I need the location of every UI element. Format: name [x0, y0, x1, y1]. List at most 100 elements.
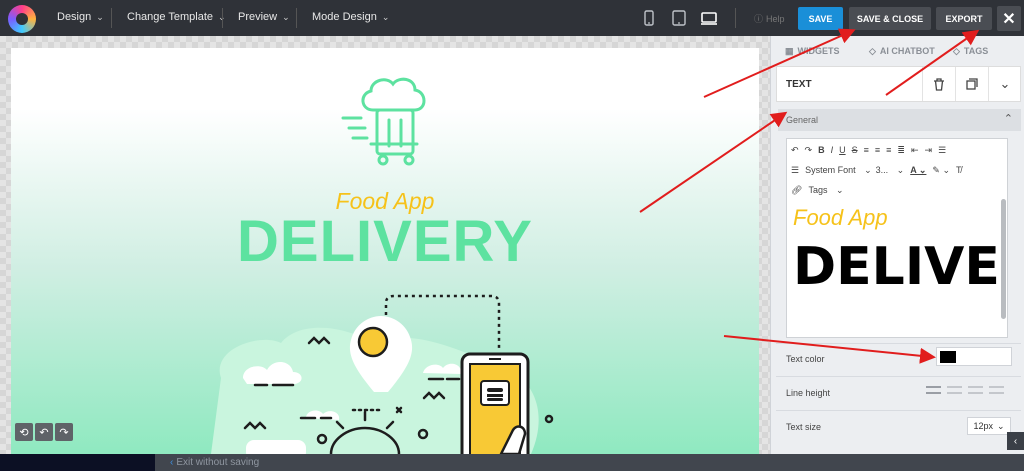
text-color-row: Text color: [776, 342, 1021, 376]
editor-toolbar-row-3: 🔗︎ Tags ⌄: [791, 181, 850, 199]
font-size-value: 3...: [875, 164, 889, 175]
clear-format-icon[interactable]: T̸: [956, 165, 962, 175]
desktop-view-icon[interactable]: [700, 9, 718, 27]
tab-widgets[interactable]: ▦ WIDGETS: [771, 36, 855, 66]
tag-icon: ◇: [953, 45, 960, 56]
mobile-view-icon[interactable]: [640, 9, 658, 27]
tablet-view-icon[interactable]: [670, 9, 688, 27]
chevron-down-icon: ⌄: [996, 420, 1005, 431]
highlight-icon[interactable]: ✎ ⌄: [932, 165, 950, 176]
link-icon[interactable]: 🔗︎: [791, 185, 802, 196]
text-size-label: Text size: [786, 422, 822, 432]
font-family-value: System Font: [805, 164, 856, 175]
text-block-title: TEXT: [786, 79, 812, 90]
design-canvas[interactable]: Food App DELIVERY: [0, 36, 770, 454]
text-size-select[interactable]: 12px ⌄: [967, 417, 1011, 435]
text-size-value: 12px: [973, 421, 993, 431]
chevron-left-icon: ‹: [1013, 435, 1018, 447]
menu-divider: [111, 8, 112, 28]
align-left-icon[interactable]: ≡: [864, 145, 869, 155]
chevron-left-icon: ‹: [170, 457, 174, 468]
font-family-select[interactable]: System Font ⌄: [805, 165, 872, 176]
align-right-icon[interactable]: ≡: [886, 145, 891, 155]
line-height-option[interactable]: [947, 386, 962, 394]
help-link[interactable]: ⓘ Help: [754, 12, 785, 25]
bottom-bar: ‹ Exit without saving: [0, 454, 1024, 471]
save-and-close-button[interactable]: SAVE & CLOSE: [849, 7, 931, 30]
chevron-down-icon: ⌄: [282, 11, 290, 22]
editor-scrollbar[interactable]: [1001, 199, 1006, 319]
italic-icon[interactable]: I: [831, 145, 834, 155]
rich-text-editor[interactable]: ↶ ↷ B I U S ≡ ≡ ≡ ≣ ⇤ ⇥ ☰ ☰ System Font …: [786, 138, 1008, 338]
collapse-panel-button[interactable]: ‹: [1007, 432, 1024, 450]
menu-preview[interactable]: Preview ⌄: [238, 11, 290, 23]
collapse-block-button[interactable]: ⌄: [988, 67, 1021, 101]
underline-icon[interactable]: U: [839, 145, 846, 155]
menu-change-template[interactable]: Change Template ⌄: [127, 11, 226, 23]
chevron-down-icon: ⌄: [999, 76, 1011, 91]
menu-design[interactable]: Design ⌄: [57, 11, 104, 23]
email-page[interactable]: Food App DELIVERY: [11, 48, 759, 454]
font-size-select[interactable]: 3... ⌄: [876, 165, 905, 176]
align-center-icon[interactable]: ≡: [875, 145, 880, 155]
close-icon: ✕: [1002, 10, 1016, 28]
chevron-down-icon: ⌄: [381, 11, 390, 22]
general-section-title: General: [786, 115, 819, 125]
strikethrough-icon[interactable]: S: [852, 145, 858, 155]
app-logo[interactable]: [8, 5, 36, 33]
trash-icon: [934, 77, 944, 91]
tab-widgets-label: WIDGETS: [797, 46, 840, 56]
menu-mode-design[interactable]: Mode Design ⌄: [312, 11, 389, 23]
app-root: Design ⌄ Change Template ⌄ Preview ⌄ Mod…: [0, 0, 1024, 471]
redo-icon[interactable]: ↷: [805, 145, 813, 156]
tags-dropdown-label: Tags: [808, 184, 828, 195]
help-label: Help: [766, 13, 785, 24]
delete-button[interactable]: [922, 67, 955, 101]
line-height-label: Line height: [786, 388, 831, 398]
bullet-list-icon[interactable]: ☰: [791, 165, 799, 176]
line-height-row: Line height: [776, 376, 1021, 410]
redo-icon[interactable]: ↷: [55, 423, 73, 441]
general-section-header[interactable]: General ⌃: [778, 109, 1021, 131]
tags-dropdown[interactable]: Tags ⌄: [808, 185, 843, 196]
text-color-icon[interactable]: A ⌄: [910, 165, 926, 176]
align-justify-icon[interactable]: ≣: [897, 145, 905, 156]
undo-icon[interactable]: ↶: [35, 423, 53, 441]
top-bar: Design ⌄ Change Template ⌄ Preview ⌄ Mod…: [0, 0, 1024, 36]
menu-preview-label: Preview: [238, 11, 278, 23]
line-height-option[interactable]: [989, 386, 1004, 394]
line-height-option[interactable]: [926, 386, 941, 394]
tab-ai-chatbot[interactable]: ◇ AI CHATBOT: [855, 36, 939, 66]
save-button[interactable]: SAVE: [798, 7, 843, 30]
history-controls: ⟲ ↶ ↷: [15, 423, 73, 441]
menu-mode-design-label: Mode Design: [312, 11, 377, 23]
close-button[interactable]: ✕: [997, 6, 1021, 31]
copy-icon: [966, 78, 978, 90]
color-swatch: [940, 351, 956, 363]
text-size-row: Text size 12px ⌄: [776, 410, 1021, 444]
duplicate-button[interactable]: [955, 67, 988, 101]
editor-subtitle-text[interactable]: Food App: [793, 205, 888, 231]
menu-divider: [296, 8, 297, 28]
indent-icon[interactable]: ⇥: [925, 145, 933, 156]
editor-title-text[interactable]: DELIVE: [793, 237, 1000, 297]
exit-without-saving-link[interactable]: ‹ Exit without saving: [170, 457, 259, 468]
canvas-title[interactable]: DELIVERY: [11, 208, 759, 275]
history-icon[interactable]: ⟲: [15, 423, 33, 441]
chef-hat-icon: [341, 77, 426, 166]
bold-icon[interactable]: B: [818, 145, 825, 155]
tab-ai-chatbot-label: AI CHATBOT: [879, 46, 935, 56]
menu-divider: [735, 8, 736, 28]
tab-tags-label: TAGS: [963, 46, 989, 56]
tab-tags[interactable]: ◇ TAGS: [939, 36, 1023, 66]
menu-divider: [222, 8, 223, 28]
text-color-picker[interactable]: [936, 347, 1012, 366]
outdent-icon[interactable]: ⇤: [911, 145, 919, 156]
editor-toolbar-row-2: ☰ System Font ⌄ 3... ⌄ A ⌄ ✎ ⌄ T̸: [791, 161, 968, 179]
widgets-icon: ▦: [785, 45, 794, 56]
export-button[interactable]: EXPORT: [936, 7, 992, 30]
line-height-option[interactable]: [968, 386, 983, 394]
panel-tabs: ▦ WIDGETS ◇ AI CHATBOT ◇ TAGS: [771, 36, 1024, 66]
undo-icon[interactable]: ↶: [791, 145, 799, 156]
ordered-list-icon[interactable]: ☰: [938, 145, 946, 156]
